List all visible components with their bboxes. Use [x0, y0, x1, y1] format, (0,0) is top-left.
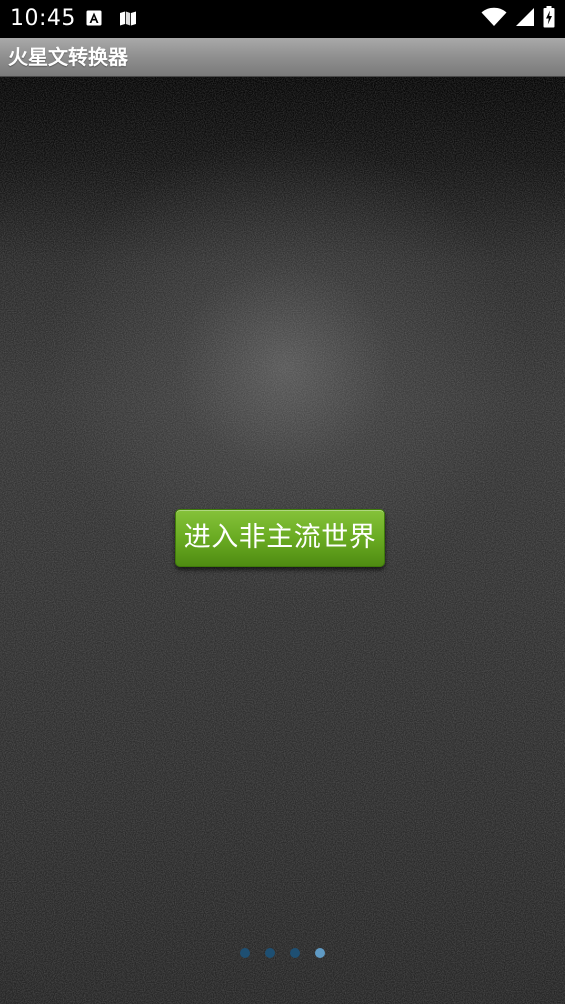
book-icon: [119, 10, 136, 26]
status-bar: 10:45: [0, 0, 565, 38]
page-dot-4-active[interactable]: [315, 948, 325, 958]
a-icon: [86, 10, 102, 26]
app-title: 火星文转换器: [8, 45, 128, 69]
wifi-icon: [481, 7, 507, 31]
enter-button[interactable]: 进入非主流世界: [175, 509, 385, 567]
signal-icon: [515, 7, 535, 31]
page-dot-2[interactable]: [265, 948, 275, 958]
splash-background[interactable]: 进入非主流世界: [0, 77, 565, 1004]
battery-charging-icon: [543, 6, 555, 32]
status-time: 10:45: [10, 6, 76, 31]
page-dot-3[interactable]: [290, 948, 300, 958]
title-bar: 火星文转换器: [0, 38, 565, 77]
app-screen: 10:45 火星文转换器 进入非主流世界: [0, 0, 565, 1004]
page-dot-1[interactable]: [240, 948, 250, 958]
status-right-icons: [481, 6, 555, 32]
page-indicator: [0, 948, 565, 960]
